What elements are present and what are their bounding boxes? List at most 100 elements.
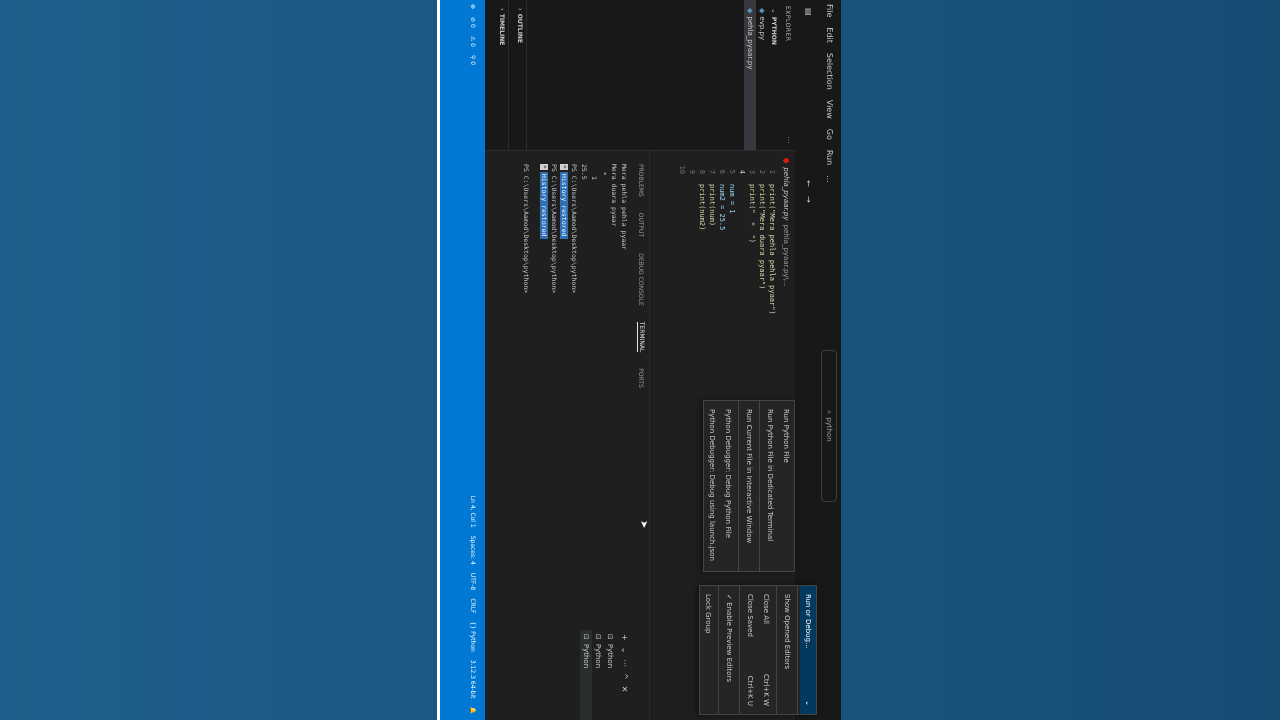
tab-ports[interactable]: PORTS xyxy=(638,368,645,388)
menu-item-run-dedicated-terminal[interactable]: Run Python File in Dedicated Terminal xyxy=(762,401,778,571)
explorer-icon[interactable]: ▤ xyxy=(804,8,813,16)
editor-actions-menu: Run or Debug... ⌄ Show Opened Editors Clo… xyxy=(699,585,817,715)
search-text: python xyxy=(825,417,833,442)
menu-item-debug-launch-json[interactable]: Python Debugger: Debug using launch.json xyxy=(704,401,720,571)
menu-edit[interactable]: Edit xyxy=(826,27,835,43)
panel-tabs: PROBLEMS OUTPUT DEBUG CONSOLE TERMINAL P… xyxy=(633,150,649,720)
menu-separator xyxy=(759,401,760,571)
chevron-right-icon: › xyxy=(498,8,506,11)
tab-debug-console[interactable]: DEBUG CONSOLE xyxy=(638,253,645,306)
left-white-edge xyxy=(437,0,440,720)
outline-section[interactable]: › OUTLINE xyxy=(514,0,527,150)
code-line: 9 xyxy=(688,169,696,174)
breakpoint-dot[interactable] xyxy=(784,158,789,163)
menu-run[interactable]: Run xyxy=(826,150,835,165)
menu-selection[interactable]: Selection xyxy=(826,53,835,90)
remote-icon[interactable]: ⊗ xyxy=(470,4,477,9)
menu-item-close-saved[interactable]: Close Saved Ctrl+K U xyxy=(742,586,758,714)
left-blue-strip xyxy=(437,0,461,720)
menu-item-lock-group[interactable]: Lock Group xyxy=(700,586,716,714)
menu-more[interactable]: ... xyxy=(826,175,835,183)
ports-count[interactable]: ⚲ 0 xyxy=(470,55,477,65)
warning-icon: ⚠ xyxy=(469,35,477,42)
timeline-section[interactable]: › TIMELINE xyxy=(496,0,509,150)
terminal-actions: + ⌄ ··· ^ ✕ xyxy=(616,630,629,720)
terminal-icon: ⊡ xyxy=(594,634,602,640)
notifications-icon[interactable]: 🔔 xyxy=(470,707,477,714)
cursor-position[interactable]: Ln 4, Col 1 xyxy=(470,496,477,528)
error-icon: ⊘ xyxy=(469,17,477,23)
search-icon: ⌕ xyxy=(825,410,834,415)
menu-separator xyxy=(718,586,719,714)
tab-output[interactable]: OUTPUT xyxy=(638,213,645,237)
terminal-item[interactable]: ⊡ Python xyxy=(580,630,592,720)
history-marker-icon: * xyxy=(560,164,568,170)
menu-file[interactable]: File xyxy=(826,4,835,17)
menu-view[interactable]: View xyxy=(826,100,835,119)
language-mode[interactable]: {} Python xyxy=(470,622,477,652)
terminal-line: Mera duara pyaar xyxy=(610,164,618,227)
more-icon[interactable]: ··· xyxy=(620,659,629,667)
terminal-output[interactable]: Mera pehla pehla pyaar Mera duara pyaar … xyxy=(521,164,629,584)
mouse-cursor-icon: ➤ xyxy=(638,520,649,529)
run-dropdown-menu: Run Python File Run Python File in Dedic… xyxy=(703,400,795,572)
vscode-rotated-frame: File Edit Selection View Go Run ... ⌕ py… xyxy=(461,0,841,720)
history-marker-icon: * xyxy=(540,164,548,170)
menu-go[interactable]: Go xyxy=(826,129,835,140)
menu-item-run-or-debug[interactable]: Run or Debug... ⌄ xyxy=(800,586,816,714)
more-icon[interactable]: ··· xyxy=(784,137,791,144)
terminal-line: 1 xyxy=(590,176,598,180)
menu-item-show-opened-editors[interactable]: Show Opened Editors xyxy=(779,586,795,714)
chevron-down-icon: ⌄ xyxy=(804,700,812,706)
menu-separator xyxy=(797,586,798,714)
antenna-icon: ⚲ xyxy=(469,54,477,60)
terminal-line: PS C:\Users\Aamod\Desktop\python> xyxy=(522,164,530,294)
terminal-line: *History restored xyxy=(560,164,568,239)
line-ending[interactable]: CRLF xyxy=(470,598,477,613)
close-panel-icon[interactable]: ✕ xyxy=(620,686,629,693)
tab-problems[interactable]: PROBLEMS xyxy=(638,164,645,197)
status-bar: ⊗ ⊘ 0 ⚠ 0 ⚲ 0 Ln 4, Col 1 Spaces: 4 UTF-… xyxy=(461,0,485,720)
add-terminal-icon[interactable]: + xyxy=(620,634,629,641)
menu-item-enable-preview-editors[interactable]: ✓ Enable Preview Editors xyxy=(721,586,737,714)
interpreter-version[interactable]: 3.12.3 64-bit xyxy=(470,660,477,699)
menu-separator xyxy=(739,586,740,714)
terminal-item[interactable]: ⊡ Python xyxy=(592,630,604,720)
encoding[interactable]: UTF-8 xyxy=(470,573,477,591)
chevron-right-icon: › xyxy=(516,8,524,11)
indentation[interactable]: Spaces: 4 xyxy=(470,536,477,565)
chevron-down-icon: ⌄ xyxy=(770,8,778,14)
terminal-line: PS C:\Users\Aamod\Desktop\python> xyxy=(570,164,578,294)
python-file-icon: ◆ xyxy=(758,8,766,14)
code-line: 10 xyxy=(678,165,686,174)
menu-separator xyxy=(738,401,739,571)
menu-item-debug-python-file[interactable]: Python Debugger: Debug Python File xyxy=(720,401,736,571)
warnings-count[interactable]: ⚠ 0 xyxy=(470,36,477,47)
terminal-line: * xyxy=(600,164,608,176)
braces-icon: {} xyxy=(469,621,477,630)
explorer-header: EXPLORER ··· xyxy=(784,6,791,144)
menu-item-run-python-file[interactable]: Run Python File xyxy=(778,401,794,571)
terminal-item[interactable]: ⊡ Python xyxy=(604,630,616,720)
folder-python[interactable]: ⌄ PYTHON xyxy=(768,0,780,150)
file-pehla-pyaar[interactable]: ◆ pehla_pyaar.py xyxy=(744,0,756,150)
python-file-icon: ◆ xyxy=(746,8,754,14)
menu-separator xyxy=(776,586,777,714)
file-evp[interactable]: ◆ evp.py xyxy=(756,0,768,150)
back-arrow-icon[interactable]: ← xyxy=(804,180,813,187)
terminal-line: 25.5 xyxy=(580,164,588,180)
maximize-panel-icon[interactable]: ^ xyxy=(620,673,629,680)
terminal-icon: ⊡ xyxy=(582,634,590,640)
status-right: Ln 4, Col 1 Spaces: 4 UTF-8 CRLF {} Pyth… xyxy=(470,496,477,720)
menu-item-run-interactive-window[interactable]: Run Current File in Interactive Window xyxy=(741,401,757,571)
tab-terminal[interactable]: TERMINAL xyxy=(637,321,645,353)
terminal-list: + ⌄ ··· ^ ✕ ⊡ Python ⊡ Python ⊡ Python xyxy=(580,630,629,720)
check-icon: ✓ xyxy=(725,594,733,603)
command-search[interactable]: ⌕ python xyxy=(821,350,837,502)
forward-arrow-icon[interactable]: → xyxy=(804,196,813,203)
errors-count[interactable]: ⊘ 0 xyxy=(470,17,477,28)
menu-item-close-all[interactable]: Close All Ctrl+K W xyxy=(758,586,774,714)
chevron-down-icon[interactable]: ⌄ xyxy=(620,647,629,654)
bottom-panel: PROBLEMS OUTPUT DEBUG CONSOLE TERMINAL P… xyxy=(484,150,650,720)
terminal-line: *History restored xyxy=(540,164,548,239)
